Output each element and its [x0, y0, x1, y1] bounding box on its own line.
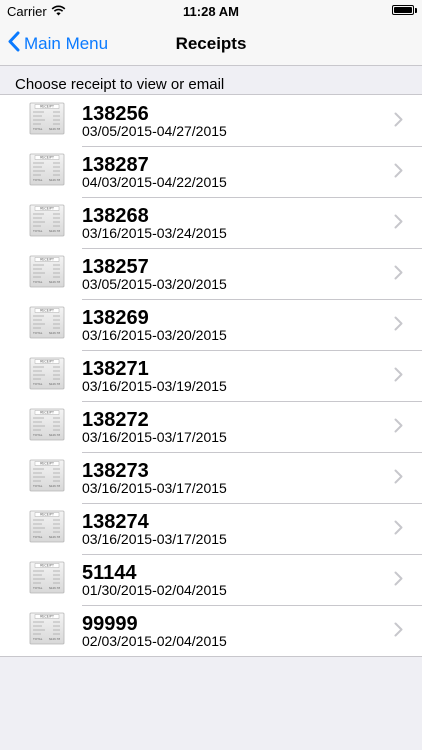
receipt-icon: RECEIPT TOTAL $126.78 — [29, 561, 65, 594]
svg-text:$126.78: $126.78 — [49, 331, 60, 335]
receipt-icon: RECEIPT TOTAL $126.78 — [29, 306, 65, 339]
receipt-row[interactable]: RECEIPT TOTAL $126.78 138256 03/05/2015-… — [0, 95, 422, 146]
receipt-icon: RECEIPT TOTAL $126.78 — [29, 102, 65, 135]
chevron-right-icon — [394, 163, 403, 178]
svg-text:TOTAL: TOTAL — [33, 586, 43, 590]
receipt-date-range: 03/16/2015-03/19/2015 — [82, 378, 227, 394]
receipt-number: 138256 — [82, 103, 149, 125]
receipt-date-range: 03/05/2015-03/20/2015 — [82, 276, 227, 292]
svg-text:$126.78: $126.78 — [49, 280, 60, 284]
svg-text:TOTAL: TOTAL — [33, 535, 43, 539]
receipt-date-range: 02/03/2015-02/04/2015 — [82, 633, 227, 649]
receipt-row[interactable]: RECEIPT TOTAL $126.78 51144 01/30/2015-0… — [0, 554, 422, 605]
receipt-icon: RECEIPT TOTAL $126.78 — [29, 612, 65, 645]
svg-text:TOTAL: TOTAL — [33, 127, 43, 131]
svg-text:RECEIPT: RECEIPT — [40, 513, 54, 517]
svg-text:RECEIPT: RECEIPT — [40, 462, 54, 466]
receipt-number: 138273 — [82, 460, 149, 482]
receipt-row[interactable]: RECEIPT TOTAL $126.78 138269 03/16/2015-… — [0, 299, 422, 350]
section-header: Choose receipt to view or email — [15, 76, 225, 93]
receipt-number: 138268 — [82, 205, 149, 227]
receipt-date-range: 03/05/2015-04/27/2015 — [82, 123, 227, 139]
svg-text:TOTAL: TOTAL — [33, 637, 43, 641]
chevron-right-icon — [394, 316, 403, 331]
receipt-icon: RECEIPT TOTAL $126.78 — [29, 204, 65, 237]
receipt-list: RECEIPT TOTAL $126.78 138256 03/05/2015-… — [0, 94, 422, 657]
receipt-date-range: 03/16/2015-03/17/2015 — [82, 429, 227, 445]
svg-text:RECEIPT: RECEIPT — [40, 564, 54, 568]
chevron-right-icon — [394, 571, 403, 586]
svg-text:RECEIPT: RECEIPT — [40, 411, 54, 415]
svg-text:$126.78: $126.78 — [49, 382, 60, 386]
svg-text:RECEIPT: RECEIPT — [40, 360, 54, 364]
receipt-date-range: 03/16/2015-03/20/2015 — [82, 327, 227, 343]
svg-text:RECEIPT: RECEIPT — [40, 615, 54, 619]
page-title: Receipts — [175, 34, 247, 53]
svg-text:RECEIPT: RECEIPT — [40, 207, 54, 211]
chevron-right-icon — [394, 367, 403, 382]
receipt-row[interactable]: RECEIPT TOTAL $126.78 138268 03/16/2015-… — [0, 197, 422, 248]
receipt-date-range: 01/30/2015-02/04/2015 — [82, 582, 227, 598]
svg-text:$126.78: $126.78 — [49, 127, 60, 131]
svg-text:TOTAL: TOTAL — [33, 229, 43, 233]
svg-text:$126.78: $126.78 — [49, 535, 60, 539]
svg-text:$126.78: $126.78 — [49, 637, 60, 641]
svg-text:RECEIPT: RECEIPT — [40, 258, 54, 262]
svg-text:$126.78: $126.78 — [49, 484, 60, 488]
chevron-right-icon — [394, 469, 403, 484]
receipt-icon: RECEIPT TOTAL $126.78 — [29, 459, 65, 492]
chevron-right-icon — [394, 112, 403, 127]
navigation-bar: Main Menu Receipts — [0, 22, 422, 66]
receipt-date-range: 04/03/2015-04/22/2015 — [82, 174, 227, 190]
receipt-number: 138257 — [82, 256, 149, 278]
chevron-right-icon — [394, 622, 403, 637]
svg-text:RECEIPT: RECEIPT — [40, 156, 54, 160]
svg-text:TOTAL: TOTAL — [33, 484, 43, 488]
receipt-number: 51144 — [82, 562, 137, 584]
receipt-number: 138272 — [82, 409, 149, 431]
svg-text:RECEIPT: RECEIPT — [40, 309, 54, 313]
chevron-right-icon — [394, 265, 403, 280]
receipt-icon: RECEIPT TOTAL $126.78 — [29, 153, 65, 186]
svg-text:$126.78: $126.78 — [49, 229, 60, 233]
receipt-date-range: 03/16/2015-03/24/2015 — [82, 225, 227, 241]
receipt-number: 99999 — [82, 613, 138, 635]
receipt-number: 138269 — [82, 307, 149, 329]
receipt-date-range: 03/16/2015-03/17/2015 — [82, 531, 227, 547]
chevron-right-icon — [394, 214, 403, 229]
receipt-row[interactable]: RECEIPT TOTAL $126.78 138272 03/16/2015-… — [0, 401, 422, 452]
receipt-number: 138271 — [82, 358, 149, 380]
receipt-row[interactable]: RECEIPT TOTAL $126.78 138271 03/16/2015-… — [0, 350, 422, 401]
svg-text:TOTAL: TOTAL — [33, 280, 43, 284]
receipt-icon: RECEIPT TOTAL $126.78 — [29, 510, 65, 543]
receipt-number: 138274 — [82, 511, 149, 533]
battery-icon — [392, 5, 417, 15]
svg-text:TOTAL: TOTAL — [33, 433, 43, 437]
receipt-icon: RECEIPT TOTAL $126.78 — [29, 255, 65, 288]
svg-text:$126.78: $126.78 — [49, 586, 60, 590]
status-time: 11:28 AM — [183, 4, 239, 19]
svg-text:RECEIPT: RECEIPT — [40, 105, 54, 109]
receipt-row[interactable]: RECEIPT TOTAL $126.78 138274 03/16/2015-… — [0, 503, 422, 554]
receipt-icon: RECEIPT TOTAL $126.78 — [29, 357, 65, 390]
receipt-row[interactable]: RECEIPT TOTAL $126.78 138287 04/03/2015-… — [0, 146, 422, 197]
svg-text:$126.78: $126.78 — [49, 178, 60, 182]
svg-text:TOTAL: TOTAL — [33, 382, 43, 386]
receipt-row[interactable]: RECEIPT TOTAL $126.78 138257 03/05/2015-… — [0, 248, 422, 299]
receipt-row[interactable]: RECEIPT TOTAL $126.78 99999 02/03/2015-0… — [0, 605, 422, 656]
svg-text:TOTAL: TOTAL — [33, 178, 43, 182]
receipt-date-range: 03/16/2015-03/17/2015 — [82, 480, 227, 496]
receipt-row[interactable]: RECEIPT TOTAL $126.78 138273 03/16/2015-… — [0, 452, 422, 503]
receipt-number: 138287 — [82, 154, 149, 176]
chevron-right-icon — [394, 520, 403, 535]
svg-text:TOTAL: TOTAL — [33, 331, 43, 335]
chevron-right-icon — [394, 418, 403, 433]
receipt-icon: RECEIPT TOTAL $126.78 — [29, 408, 65, 441]
status-bar: Carrier 11:28 AM — [0, 0, 422, 22]
svg-text:$126.78: $126.78 — [49, 433, 60, 437]
